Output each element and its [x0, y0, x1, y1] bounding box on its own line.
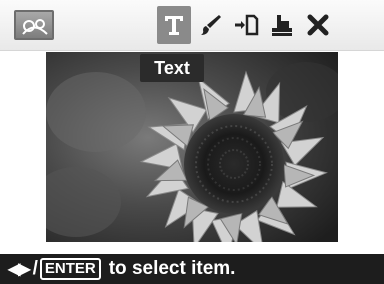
brush-icon: [201, 15, 221, 35]
stamp-icon: [272, 15, 292, 36]
text-tool-button[interactable]: [157, 6, 191, 44]
enter-key-icon: ENTER: [39, 258, 101, 280]
import-icon: [235, 14, 259, 36]
tooltip-label: Text: [154, 57, 190, 78]
separator: /: [32, 258, 38, 279]
text-icon: [165, 16, 183, 35]
sunflower-center: [184, 114, 284, 214]
stamp-tool-button[interactable]: [265, 6, 299, 44]
photo-edit-icon[interactable]: [14, 10, 54, 40]
status-bar: ◀▶ / ENTER to select item.: [0, 254, 384, 284]
hint-text: to select item.: [108, 258, 236, 279]
tooltip-text: Text: [140, 54, 204, 82]
import-tool-button[interactable]: [229, 6, 263, 44]
close-icon: [307, 14, 329, 36]
toolbar: [0, 0, 384, 51]
close-button[interactable]: [301, 6, 335, 44]
brush-tool-button[interactable]: [193, 6, 227, 44]
left-right-arrows-icon: ◀▶: [8, 261, 31, 278]
